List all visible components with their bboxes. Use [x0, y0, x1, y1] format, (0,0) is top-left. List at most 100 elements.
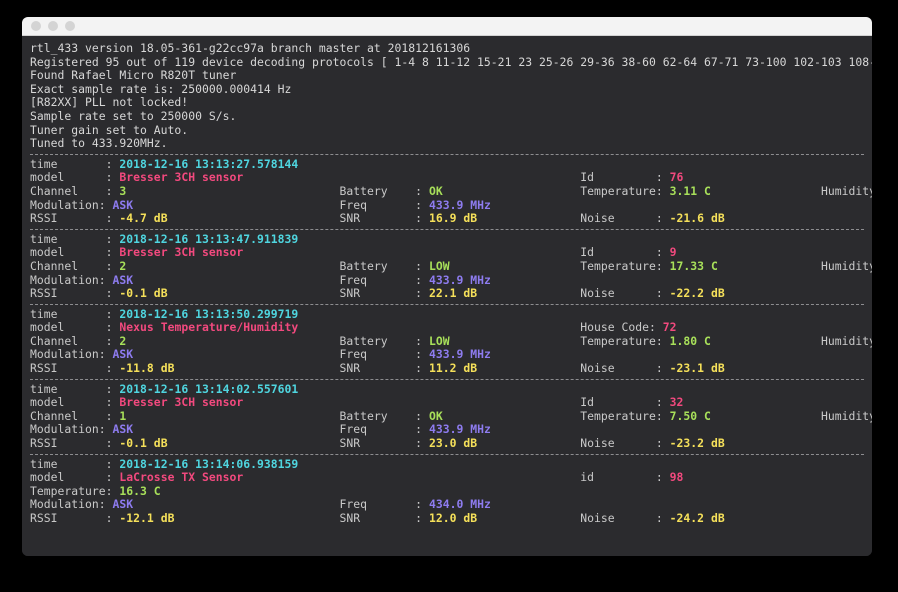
time-value: 2018-12-16 13:13:47.911839: [119, 232, 298, 246]
time-value: 2018-12-16 13:14:02.557601: [119, 382, 298, 396]
record-time-line: time : 2018-12-16 13:14:02.557601: [22, 383, 872, 397]
snr-value: 12.0 dB: [429, 511, 477, 525]
record-modulation-line: Modulation: ASK Freq : 433.9 MHz: [22, 423, 872, 437]
model-value: Bresser 3CH sensor: [119, 170, 243, 184]
battery-label: Battery :: [126, 259, 429, 273]
rssi-label: RSSI :: [30, 436, 119, 450]
model-label: model :: [30, 245, 119, 259]
freq-value: 433.9 MHz: [429, 198, 491, 212]
modulation-value: ASK: [113, 198, 134, 212]
time-label: time :: [30, 307, 119, 321]
freq-value: 433.9 MHz: [429, 422, 491, 436]
record-separator: [30, 379, 864, 380]
terminal-window: rtl_433 version 18.05-361-g22cc97a branc…: [22, 17, 872, 556]
snr-label: SNR :: [168, 436, 429, 450]
record-channel-line: Channel : 2 Battery : LOW Temperature: 1…: [22, 260, 872, 274]
noise-label: Noise :: [477, 511, 670, 525]
record-rssi-line: RSSI : -0.1 dB SNR : 23.0 dB Noise : -23…: [22, 437, 872, 451]
noise-value: -23.2 dB: [670, 436, 725, 450]
record-rssi-line: RSSI : -12.1 dB SNR : 12.0 dB Noise : -2…: [22, 512, 872, 526]
temperature-value: 1.80 C: [670, 334, 711, 348]
modulation-label: Modulation:: [30, 198, 113, 212]
record-channel-line: Channel : 3 Battery : OK Temperature: 3.…: [22, 185, 872, 199]
snr-value: 22.1 dB: [429, 286, 477, 300]
rssi-value: -0.1 dB: [119, 286, 167, 300]
battery-label: Battery :: [126, 184, 429, 198]
modulation-label: Modulation:: [30, 497, 113, 511]
header-line-text-4: [R82XX] PLL not locked!: [30, 95, 188, 109]
header-line-text-7: Tuned to 433.920MHz.: [30, 136, 168, 150]
minimize-button-icon[interactable]: [48, 21, 58, 31]
battery-label: Battery :: [126, 409, 429, 423]
maximize-button-icon[interactable]: [65, 21, 75, 31]
record-temperature-line: Temperature: 16.3 C: [22, 485, 872, 499]
snr-label: SNR :: [174, 361, 428, 375]
record-modulation-line: Modulation: ASK Freq : 433.9 MHz: [22, 348, 872, 362]
model-label: model :: [30, 395, 119, 409]
model-label: model :: [30, 470, 119, 484]
time-value: 2018-12-16 13:14:06.938159: [119, 457, 298, 471]
header-line: [R82XX] PLL not locked!: [22, 96, 872, 110]
freq-label: Freq :: [133, 347, 429, 361]
header-line: Tuner gain set to Auto.: [22, 124, 872, 138]
noise-value: -22.2 dB: [670, 286, 725, 300]
header-line: Sample rate set to 250000 S/s.: [22, 110, 872, 124]
id-value: 32: [670, 395, 684, 409]
modulation-label: Modulation:: [30, 273, 113, 287]
model-label: model :: [30, 320, 119, 334]
record-channel-line: Channel : 2 Battery : LOW Temperature: 1…: [22, 335, 872, 349]
header-line-text-6: Tuner gain set to Auto.: [30, 123, 188, 137]
humidity-label: Humidity :: [711, 184, 872, 198]
snr-label: SNR :: [174, 511, 428, 525]
record-separator: [30, 154, 864, 155]
temperature-value: 7.50 C: [670, 409, 711, 423]
model-value: Bresser 3CH sensor: [119, 245, 243, 259]
id-value: 76: [670, 170, 684, 184]
id-label: Id :: [243, 245, 669, 259]
header-line-text-3: Exact sample rate is: 250000.000414 Hz: [30, 82, 291, 96]
battery-label: Battery :: [126, 334, 429, 348]
channel-label: Channel :: [30, 259, 119, 273]
temperature-label: Temperature:: [443, 184, 670, 198]
freq-label: Freq :: [133, 497, 429, 511]
model-value: LaCrosse TX Sensor: [119, 470, 243, 484]
channel-label: Channel :: [30, 409, 119, 423]
model-value: Nexus Temperature/Humidity: [119, 320, 298, 334]
modulation-value: ASK: [113, 273, 134, 287]
header-line-text-2: Found Rafael Micro R820T tuner: [30, 68, 236, 82]
record-time-line: time : 2018-12-16 13:13:27.578144: [22, 158, 872, 172]
terminal-output[interactable]: rtl_433 version 18.05-361-g22cc97a branc…: [22, 36, 872, 556]
record-model-line: model : LaCrosse TX Sensor id : 98: [22, 471, 872, 485]
header-line: Tuned to 433.920MHz.: [22, 137, 872, 151]
noise-value: -21.6 dB: [670, 211, 725, 225]
battery-value: OK: [429, 184, 443, 198]
record-model-line: model : Bresser 3CH sensor Id : 9: [22, 246, 872, 260]
rssi-value: -11.8 dB: [119, 361, 174, 375]
modulation-value: ASK: [113, 497, 134, 511]
temperature-label: Temperature:: [450, 334, 670, 348]
modulation-label: Modulation:: [30, 422, 113, 436]
header-line: Exact sample rate is: 250000.000414 Hz: [22, 83, 872, 97]
record-modulation-line: Modulation: ASK Freq : 433.9 MHz: [22, 274, 872, 288]
freq-label: Freq :: [133, 422, 429, 436]
record-channel-line: Channel : 1 Battery : OK Temperature: 7.…: [22, 410, 872, 424]
id-label: Id :: [243, 395, 669, 409]
time-label: time :: [30, 457, 119, 471]
snr-value: 11.2 dB: [429, 361, 477, 375]
freq-value: 434.0 MHz: [429, 497, 491, 511]
rssi-value: -4.7 dB: [119, 211, 167, 225]
record-time-line: time : 2018-12-16 13:13:47.911839: [22, 233, 872, 247]
humidity-label: Humidity :: [718, 259, 872, 273]
freq-label: Freq :: [133, 273, 429, 287]
close-button-icon[interactable]: [31, 21, 41, 31]
time-value: 2018-12-16 13:13:50.299719: [119, 307, 298, 321]
window-titlebar[interactable]: [22, 17, 872, 36]
noise-value: -23.1 dB: [670, 361, 725, 375]
freq-value: 433.9 MHz: [429, 273, 491, 287]
time-label: time :: [30, 232, 119, 246]
humidity-label: Humidity :: [711, 334, 872, 348]
temperature-label: Temperature:: [443, 409, 670, 423]
record-time-line: time : 2018-12-16 13:13:50.299719: [22, 308, 872, 322]
noise-label: Noise :: [477, 211, 670, 225]
freq-value: 433.9 MHz: [429, 347, 491, 361]
